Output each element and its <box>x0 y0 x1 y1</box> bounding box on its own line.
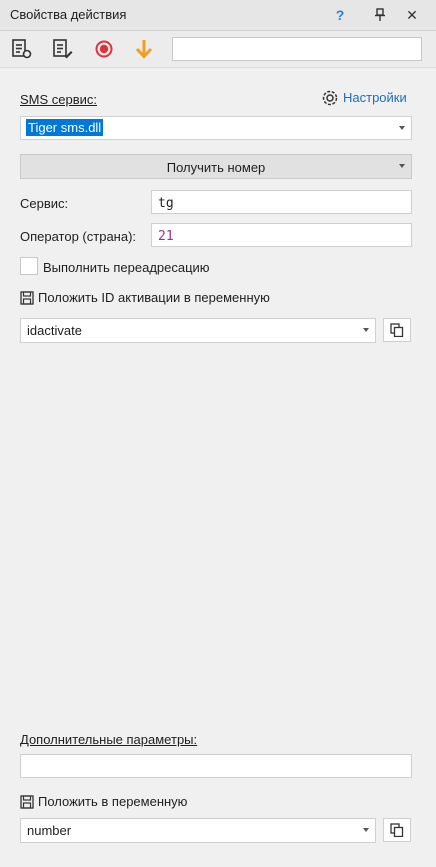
properties-panel: SMS сервис: Настройки Tiger sms.dll Полу… <box>0 68 436 867</box>
get-number-label: Получить номер <box>166 160 266 175</box>
sms-service-select[interactable]: Tiger sms.dll <box>20 116 412 140</box>
activation-variable-select[interactable]: idactivate <box>20 318 376 343</box>
copy-icon <box>390 323 404 337</box>
settings-link-label[interactable]: Настройки <box>343 90 407 105</box>
edit-action-tool[interactable] <box>51 37 75 61</box>
save-icon <box>20 291 34 305</box>
save-icon <box>20 795 34 809</box>
window-title: Свойства действия <box>10 7 127 22</box>
title-bar: Свойства действия ? ✕ <box>0 0 436 31</box>
chevron-down-icon <box>363 828 369 832</box>
chevron-down-icon <box>363 328 369 332</box>
get-number-button[interactable]: Получить номер <box>20 154 412 179</box>
operator-input-value: 21 <box>158 229 174 244</box>
list-edit-icon <box>53 39 73 59</box>
arrow-down-icon <box>135 40 153 59</box>
operator-label: Оператор (страна): <box>20 229 137 244</box>
run-to-tool[interactable] <box>132 37 156 61</box>
chevron-down-icon <box>399 164 405 168</box>
extra-params-input[interactable] <box>20 754 412 778</box>
redirect-checkbox[interactable] <box>20 257 38 275</box>
copy-icon <box>390 823 404 837</box>
redirect-label[interactable]: Выполнить переадресацию <box>43 260 210 275</box>
sms-service-label: SMS сервис: <box>20 92 98 107</box>
service-label: Сервис: <box>20 196 69 211</box>
help-button[interactable]: ? <box>329 4 351 26</box>
activation-id-label: Положить ID активации в переменную <box>38 290 270 305</box>
toolbar <box>0 31 436 68</box>
output-variable-select[interactable]: number <box>20 818 376 843</box>
pin-button[interactable] <box>369 4 391 26</box>
pin-icon <box>375 8 385 21</box>
list-settings-icon <box>12 39 32 59</box>
action-settings-tool[interactable] <box>10 37 34 61</box>
copy-output-button[interactable] <box>383 818 411 842</box>
gear-icon <box>322 90 338 106</box>
sms-service-value: Tiger sms.dll <box>26 119 104 136</box>
output-variable-value: number <box>27 823 72 838</box>
close-button[interactable]: ✕ <box>401 4 423 26</box>
output-variable-label: Положить в переменную <box>38 794 188 809</box>
copy-variable-button[interactable] <box>383 318 411 342</box>
activation-variable-value: idactivate <box>27 323 82 338</box>
chevron-down-icon <box>399 126 405 130</box>
record-icon <box>95 40 113 58</box>
extra-params-label: Дополнительные параметры: <box>20 732 198 747</box>
toolbar-search-input[interactable] <box>172 37 422 61</box>
operator-input[interactable]: 21 <box>151 223 412 247</box>
service-input[interactable]: tg <box>151 190 412 214</box>
service-input-value: tg <box>158 196 174 211</box>
record-tool[interactable] <box>92 37 116 61</box>
